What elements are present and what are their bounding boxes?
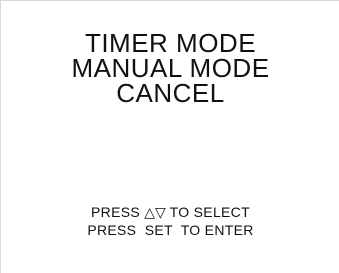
instruction-select-line: PRESS △▽ TO SELECT (1, 204, 339, 222)
instructions: PRESS △▽ TO SELECT PRESS SET TO ENTER (1, 204, 339, 239)
instruction-select-suffix: TO SELECT (165, 204, 250, 220)
mode-menu: TIMER MODE MANUAL MODE CANCEL (1, 30, 339, 106)
menu-item-cancel[interactable]: CANCEL (1, 80, 339, 106)
instruction-select-prefix: PRESS (91, 204, 145, 220)
lcd-screen: TIMER MODE MANUAL MODE CANCEL PRESS △▽ T… (0, 0, 339, 273)
instruction-enter-line: PRESS SET TO ENTER (87, 222, 254, 238)
up-down-triangle-icon: △▽ (144, 205, 166, 221)
